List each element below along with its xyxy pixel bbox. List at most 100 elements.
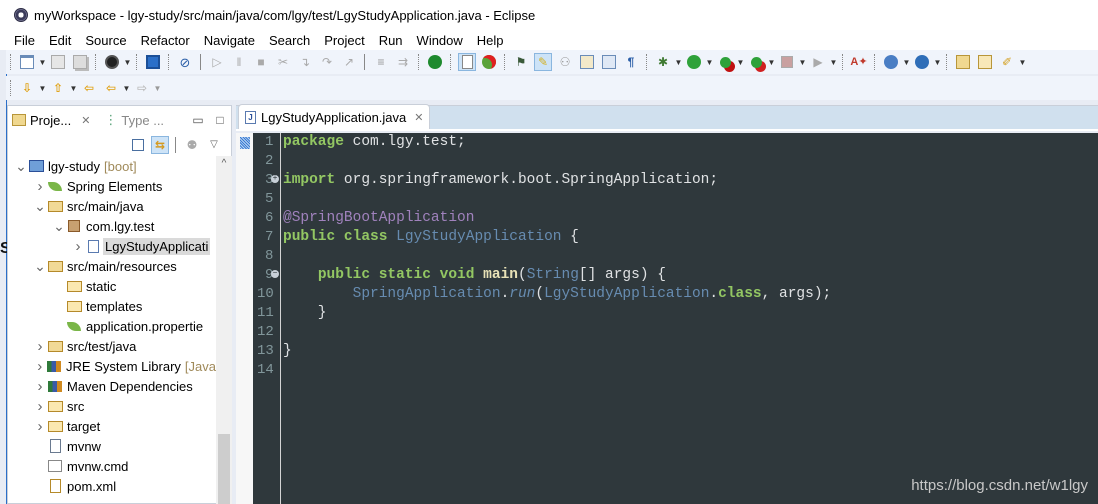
next-annotation-nav-button[interactable]: ⇩ [18,79,36,97]
previous-annotation-button[interactable]: ⇧ [49,79,67,97]
show-whitespace-button[interactable] [600,53,618,71]
user-profile-button[interactable] [103,53,121,71]
stop-button[interactable] [778,53,796,71]
tree-item[interactable]: › Maven Dependencies [8,376,216,396]
external-tools-button[interactable]: ▶ [809,53,827,71]
tree-item[interactable]: › target [8,416,216,436]
tree-item[interactable]: ⌄ lgy-study [boot] [8,156,216,176]
menu-edit[interactable]: Edit [42,33,78,48]
view-menu-button[interactable]: ▽ [205,136,223,154]
link-with-editor-button[interactable]: ⇆ [151,136,169,154]
user-profile-dropdown[interactable]: ▼ [123,53,132,71]
new-java-class-button[interactable]: A✦ [850,53,868,71]
collapse-all-button[interactable] [129,136,147,154]
profile-dropdown[interactable]: ▼ [767,53,776,71]
block-selection-button[interactable]: ⚇ [556,53,574,71]
chevron-right-icon[interactable]: › [33,378,47,395]
next-annotation-button[interactable] [578,53,596,71]
project-tree-scrollbar[interactable]: ^ [216,156,232,504]
menu-file[interactable]: File [0,33,42,48]
spring-starter-button[interactable] [913,53,931,71]
save-button[interactable] [49,53,67,71]
toggle-word-wrap-button[interactable] [458,53,476,71]
forward-button[interactable]: ⇨ [133,79,151,97]
menu-project[interactable]: Project [317,33,371,48]
code-line[interactable] [283,190,831,209]
open-console-button[interactable] [144,53,162,71]
toggle-mark-occurrences-button[interactable]: ✎ [534,53,552,71]
tree-item[interactable]: static [8,276,216,296]
disconnect-button[interactable]: ✂ [274,53,292,71]
spring-boot-dashboard-button[interactable] [426,53,444,71]
run-server-button[interactable] [716,53,734,71]
new-web-service-dropdown[interactable]: ▼ [902,53,911,71]
new-wizard-button[interactable] [18,53,36,71]
code-line[interactable]: public class LgyStudyApplication { [283,228,831,247]
menu-window[interactable]: Window [410,33,470,48]
code-line[interactable]: import org.springframework.boot.SpringAp… [283,171,831,190]
code-line[interactable] [283,361,831,380]
code-line[interactable]: @SpringBootApplication [283,209,831,228]
new-web-service-button[interactable] [882,53,900,71]
tree-item[interactable]: › LgyStudyApplicati [8,236,216,256]
code-line[interactable]: } [283,342,831,361]
save-all-button[interactable] [71,53,89,71]
minimize-view-button[interactable]: ▭ [189,111,207,129]
code-editor[interactable]: 1 2 3 +5 6 7 8 9−10 11 12 13 14 package com.lgy.tes… [236,133,1098,504]
spring-starter-dropdown[interactable]: ▼ [933,53,942,71]
last-edit-location-button[interactable]: ⇦ [80,79,98,97]
open-type-hierarchy-button[interactable]: ⚑ [512,53,530,71]
step-return-button[interactable]: ↗ [340,53,358,71]
chevron-right-icon[interactable]: › [33,178,47,195]
menu-navigate[interactable]: Navigate [197,33,262,48]
spring-problems-button[interactable] [480,53,498,71]
chevron-right-icon[interactable]: › [33,338,47,355]
tree-item[interactable]: ⌄ com.lgy.test [8,216,216,236]
code-line[interactable] [283,323,831,342]
menu-help[interactable]: Help [470,33,511,48]
chevron-right-icon[interactable]: › [33,418,47,435]
next-annotation-nav-dropdown[interactable]: ▼ [38,79,47,97]
terminate-button[interactable]: ■ [252,53,270,71]
tree-item[interactable]: pom.xml [8,476,216,496]
menu-refactor[interactable]: Refactor [134,33,197,48]
stop-dropdown[interactable]: ▼ [798,53,807,71]
step-into-button[interactable]: ↴ [296,53,314,71]
tree-item[interactable]: mvnw.cmd [8,456,216,476]
back-button[interactable]: ⇦ [102,79,120,97]
open-folder-button[interactable] [976,53,994,71]
search-tool-dropdown[interactable]: ▼ [1018,53,1027,71]
skip-breakpoints-button[interactable]: ⊘ [176,53,194,71]
tree-item[interactable]: mvnw [8,436,216,456]
new-wizard-dropdown[interactable]: ▼ [38,53,47,71]
code-line[interactable] [283,247,831,266]
tree-item[interactable]: › src [8,396,216,416]
debug-button[interactable]: ✱ [654,53,672,71]
search-tool-button[interactable]: ✐ [998,53,1016,71]
code-line[interactable] [283,152,831,171]
resume-button[interactable]: ▷ [208,53,226,71]
drop-to-frame-button[interactable]: ≡ [372,53,390,71]
code-line[interactable]: SpringApplication.run(LgyStudyApplicatio… [283,285,832,304]
maximize-view-button[interactable]: □ [211,111,229,129]
tree-item[interactable]: templates [8,296,216,316]
chevron-down-icon[interactable]: ⌄ [33,259,47,273]
step-over-button[interactable]: ↷ [318,53,336,71]
fold-collapse-icon[interactable]: − [271,270,279,278]
debug-dropdown[interactable]: ▼ [674,53,683,71]
scroll-up-icon[interactable]: ^ [216,156,232,172]
chevron-right-icon[interactable]: › [33,358,47,375]
menu-run[interactable]: Run [372,33,410,48]
tree-item[interactable]: application.propertie [8,316,216,336]
chevron-down-icon[interactable]: ⌄ [52,219,66,233]
filters-button[interactable]: ⚉ [183,136,201,154]
tree-item[interactable]: › Spring Elements [8,176,216,196]
menu-source[interactable]: Source [78,33,133,48]
code-line[interactable]: public static void main(String[] args) { [283,266,831,285]
tree-item[interactable]: › JRE System Library [Java [8,356,216,376]
code-line[interactable]: package com.lgy.test; [283,133,831,152]
close-icon[interactable]: ✕ [81,114,90,127]
run-dropdown[interactable]: ▼ [705,53,714,71]
use-step-filters-button[interactable]: ⇉ [394,53,412,71]
open-project-button[interactable] [954,53,972,71]
